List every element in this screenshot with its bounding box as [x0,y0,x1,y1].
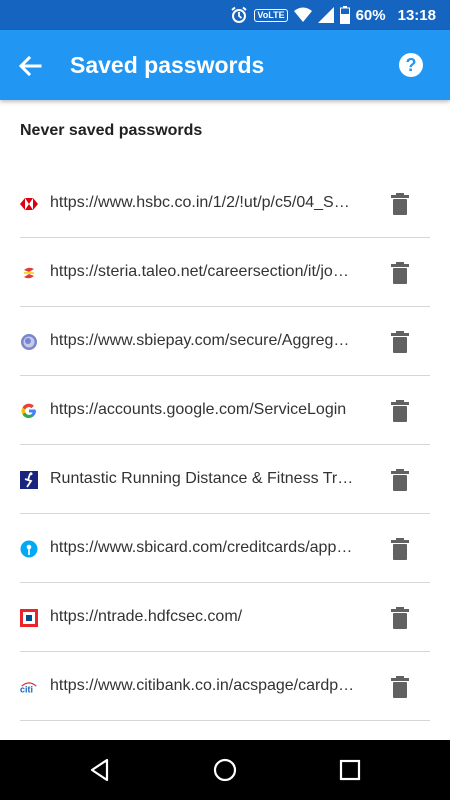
delete-icon[interactable] [390,331,410,353]
status-bar: VoLTE 60% 13:18 [0,0,450,30]
site-url: https://ntrade.hdfcsec.com/ [50,608,243,625]
site-url: https://www.sbiepay.com/secure/Aggregato… [50,332,355,349]
system-nav-bar [0,740,450,800]
site-url: Runtastic Running Distance & Fitness Tra… [50,470,355,487]
list-item[interactable]: https://www.sbicard.com/creditcards/app/… [0,514,450,583]
list-item[interactable]: citi https://www.citibank.co.in/acspage/… [0,652,450,721]
home-nav-icon[interactable] [212,757,238,783]
site-url: https://accounts.google.com/ServiceLogin [50,401,347,418]
runtastic-app-icon [20,471,38,489]
wifi-icon [293,7,312,22]
delete-icon[interactable] [390,400,410,422]
signal-icon [317,7,334,23]
battery-percent: 60% [355,6,386,24]
help-icon[interactable]: ? [399,53,423,77]
delete-icon[interactable] [390,676,410,698]
site-url: https://www.citibank.co.in/acspage/cardp… [50,677,355,694]
site-url: https://www.sbicard.com/creditcards/app/… [50,539,355,556]
clock: 13:18 [397,6,436,24]
never-saved-list: https://www.hsbc.co.in/1/2/!ut/p/c5/04_S… [0,169,450,721]
volte-icon: VoLTE [254,8,288,22]
taleo-favicon-icon [20,264,38,282]
alarm-icon [231,6,248,23]
delete-icon[interactable] [390,193,410,215]
list-item[interactable]: https://www.sbiepay.com/secure/Aggregato… [0,307,450,376]
list-item[interactable]: https://ntrade.hdfcsec.com/ [0,583,450,652]
hdfc-favicon-icon [20,609,38,627]
list-item[interactable]: https://www.hsbc.co.in/1/2/!ut/p/c5/04_S… [0,169,450,238]
list-item[interactable]: https://steria.taleo.net/careersection/i… [0,238,450,307]
svg-text:citi: citi [20,684,33,694]
google-favicon-icon [20,402,38,420]
site-url: https://www.hsbc.co.in/1/2/!ut/p/c5/04_S… [50,194,355,211]
site-url: https://steria.taleo.net/careersection/i… [50,263,355,280]
delete-icon[interactable] [390,469,410,491]
back-nav-icon[interactable] [87,757,113,783]
delete-icon[interactable] [390,607,410,629]
list-item[interactable]: https://accounts.google.com/ServiceLogin [0,376,450,445]
citi-favicon-icon: citi [20,678,38,696]
globe-favicon-icon [20,333,38,351]
battery-icon [339,6,350,24]
list-item[interactable]: Runtastic Running Distance & Fitness Tra… [0,445,450,514]
sbi-favicon-icon [20,540,38,558]
status-icons: VoLTE 60% 13:18 [230,0,436,30]
section-heading: Never saved passwords [20,122,203,139]
back-arrow-icon[interactable] [14,50,46,82]
hsbc-favicon-icon [20,195,38,213]
delete-icon[interactable] [390,262,410,284]
app-bar: Saved passwords ? [0,30,450,100]
recents-nav-icon[interactable] [337,757,363,783]
page-title: Saved passwords [70,52,265,78]
delete-icon[interactable] [390,538,410,560]
